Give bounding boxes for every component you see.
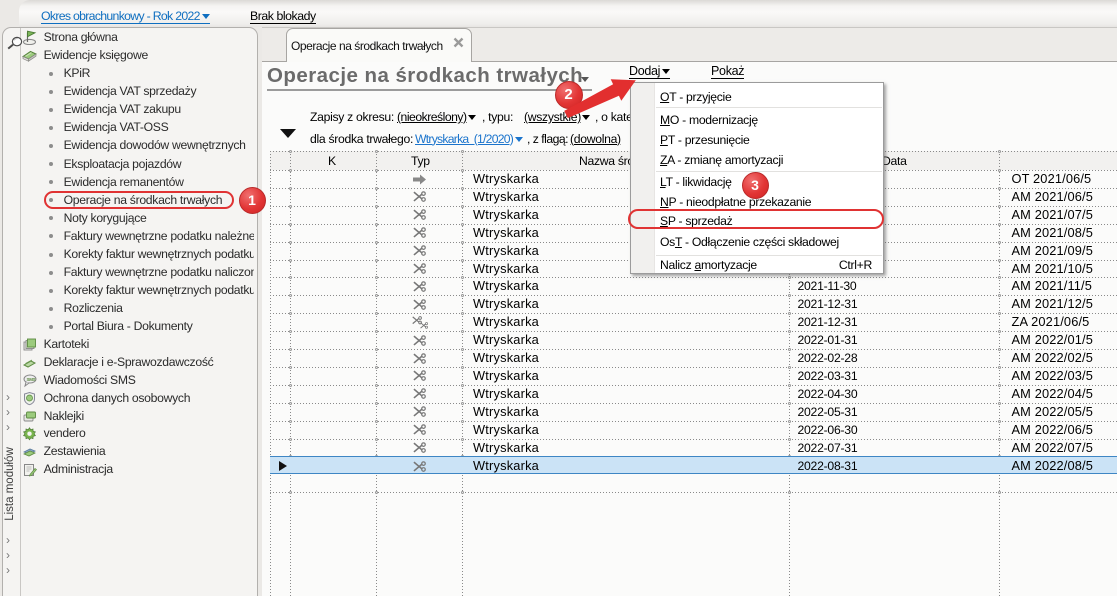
- svg-text:SMS: SMS: [26, 377, 35, 382]
